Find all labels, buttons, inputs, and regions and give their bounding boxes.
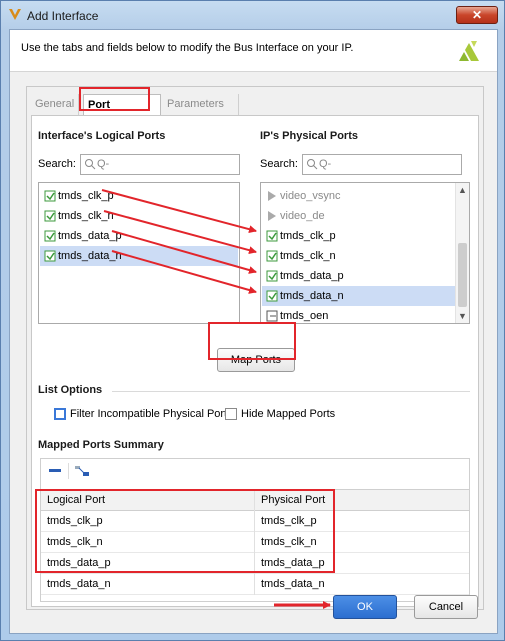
search-icon [307, 159, 318, 170]
summary-title: Mapped Ports Summary [38, 439, 164, 451]
port-icon [44, 250, 56, 262]
logical-port-item[interactable]: tmds_clk_p [40, 186, 238, 206]
scroll-up-icon[interactable]: ▲ [456, 183, 469, 197]
toolbar-separator [68, 463, 69, 479]
map-ports-button[interactable]: Map Ports [217, 348, 295, 372]
table-row[interactable]: tmds_clk_n tmds_clk_n [41, 532, 469, 553]
logical-search-label: Search: [38, 158, 76, 170]
logical-port-cell: tmds_data_p [41, 553, 255, 574]
ok-button[interactable]: OK [333, 595, 397, 619]
port-icon [44, 190, 56, 202]
port-icon [266, 290, 278, 302]
filter-incompatible-checkbox[interactable] [54, 408, 66, 420]
mapped-ports-table: Logical Port Physical Port tmds_clk_p tm… [41, 489, 469, 595]
dialog-header: Use the tabs and fields below to modify … [10, 30, 497, 72]
auto-connect-icon[interactable] [74, 463, 90, 479]
vivado-logo-icon [9, 9, 21, 20]
logical-search-input[interactable]: Q- [80, 154, 240, 175]
port-icon [268, 191, 276, 201]
port-icon [44, 210, 56, 222]
physical-ports-list[interactable]: video_vsync video_de tmds_clk_p tmds_clk… [260, 182, 470, 324]
physical-search-input[interactable]: Q- [302, 154, 462, 175]
logical-port-cell: tmds_data_n [41, 574, 255, 595]
physical-port-item[interactable]: tmds_clk_n [262, 246, 468, 266]
hide-mapped-checkbox[interactable] [225, 408, 237, 420]
close-button[interactable]: ✕ [456, 6, 498, 24]
logical-ports-list[interactable]: tmds_clk_p tmds_clk_n tmds_data_p tmds_d… [38, 182, 240, 324]
tab-parameters[interactable]: Parameters [163, 94, 239, 116]
physical-port-item[interactable]: tmds_data_n [262, 286, 468, 306]
hide-mapped-label: Hide Mapped Ports [241, 408, 336, 420]
add-interface-dialog: Add Interface ✕ Use the tabs and fields … [0, 0, 505, 641]
physical-port-item[interactable]: video_vsync [262, 186, 468, 206]
port-icon [44, 230, 56, 242]
table-row[interactable]: tmds_clk_p tmds_clk_p [41, 511, 469, 532]
search-icon [85, 159, 96, 170]
summary-panel: Logical Port Physical Port tmds_clk_p tm… [40, 458, 470, 602]
logical-search-placeholder: Q- [97, 158, 110, 170]
table-row[interactable]: tmds_data_p tmds_data_p [41, 553, 469, 574]
logical-port-cell: tmds_clk_n [41, 532, 255, 553]
xilinx-logo-icon [459, 41, 479, 61]
filter-incompatible-label: Filter Incompatible Physical Ports [70, 408, 233, 420]
physical-port-cell: tmds_clk_n [261, 536, 317, 548]
scroll-down-icon[interactable]: ▼ [456, 309, 469, 323]
remove-icon[interactable] [49, 469, 61, 472]
physical-list-scrollbar[interactable]: ▲ ▼ [455, 183, 469, 323]
physical-search-label: Search: [260, 158, 298, 170]
scroll-thumb[interactable] [458, 243, 467, 307]
port-mapping-body: Interface's Logical Ports Search: Q- tmd… [31, 115, 479, 607]
physical-port-item[interactable]: tmds_clk_p [262, 226, 468, 246]
physical-port-cell: tmds_data_n [261, 578, 325, 590]
dialog-content: Use the tabs and fields below to modify … [9, 29, 498, 634]
logical-port-item[interactable]: tmds_data_n [40, 246, 238, 266]
table-row[interactable]: tmds_data_n tmds_data_n [41, 574, 469, 595]
list-options-title: List Options [38, 384, 103, 396]
physical-port-cell: tmds_data_p [261, 557, 325, 569]
port-icon [266, 310, 278, 322]
column-header-physical[interactable]: Physical Port [255, 490, 469, 511]
physical-ports-title: IP's Physical Ports [260, 130, 358, 142]
list-options-divider [112, 391, 470, 392]
physical-search-placeholder: Q- [319, 158, 332, 170]
physical-port-cell: tmds_clk_p [261, 515, 317, 527]
port-icon [268, 211, 276, 221]
logical-port-item[interactable]: tmds_clk_n [40, 206, 238, 226]
logical-port-cell: tmds_clk_p [41, 511, 255, 532]
logical-ports-title: Interface's Logical Ports [38, 130, 166, 142]
physical-port-item[interactable]: video_de [262, 206, 468, 226]
port-icon [266, 250, 278, 262]
physical-port-item[interactable]: tmds_oen [262, 306, 468, 323]
tab-panel: General Port Mapping Parameters Interfac… [26, 86, 484, 610]
tab-general[interactable]: General [31, 94, 79, 116]
logical-port-item[interactable]: tmds_data_p [40, 226, 238, 246]
title-bar: Add Interface ✕ [1, 1, 504, 29]
window-title: Add Interface [27, 9, 99, 23]
port-icon [266, 270, 278, 282]
cancel-button[interactable]: Cancel [414, 595, 478, 619]
physical-port-item[interactable]: tmds_data_p [262, 266, 468, 286]
tab-port-mapping[interactable]: Port Mapping [83, 94, 161, 131]
port-icon [266, 230, 278, 242]
header-description: Use the tabs and fields below to modify … [21, 42, 354, 54]
column-header-logical[interactable]: Logical Port [41, 490, 255, 511]
table-header-row: Logical Port Physical Port [41, 490, 469, 511]
